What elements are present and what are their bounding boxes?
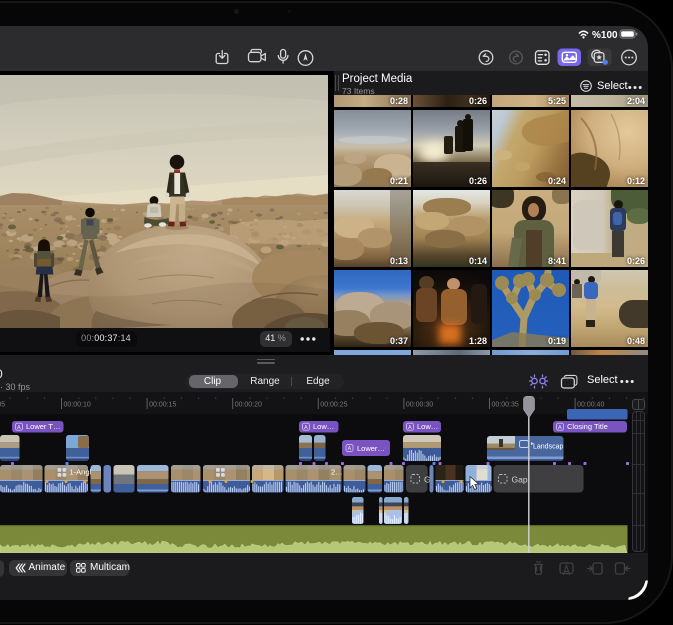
svg-text:A: A bbox=[348, 446, 352, 452]
svg-text:A: A bbox=[558, 425, 562, 431]
svg-text:00:00:10: 00:00:10 bbox=[64, 401, 91, 408]
svg-text:00:00:25: 00:00:25 bbox=[320, 401, 347, 408]
svg-text:00:00:15: 00:00:15 bbox=[149, 401, 176, 408]
svg-text:00:00:05: 00:00:05 bbox=[0, 401, 5, 408]
svg-text:00:00:40: 00:00:40 bbox=[577, 401, 604, 408]
svg-text:A: A bbox=[17, 425, 21, 431]
svg-text:Lower…: Lower… bbox=[357, 444, 385, 453]
svg-text:Gap: Gap bbox=[512, 475, 528, 485]
svg-text:00:00:20: 00:00:20 bbox=[235, 401, 262, 408]
svg-text:00:00:35: 00:00:35 bbox=[492, 401, 519, 408]
svg-text:00:00:30: 00:00:30 bbox=[406, 401, 433, 408]
svg-text:A: A bbox=[304, 425, 308, 431]
svg-text:Low…: Low… bbox=[313, 422, 334, 431]
svg-text:2…: 2… bbox=[331, 468, 343, 477]
svg-text:A: A bbox=[408, 425, 412, 431]
svg-text:Low…: Low… bbox=[417, 422, 438, 431]
svg-text:Lower T…: Lower T… bbox=[26, 422, 60, 431]
svg-text:Closing Title: Closing Title bbox=[567, 422, 608, 431]
